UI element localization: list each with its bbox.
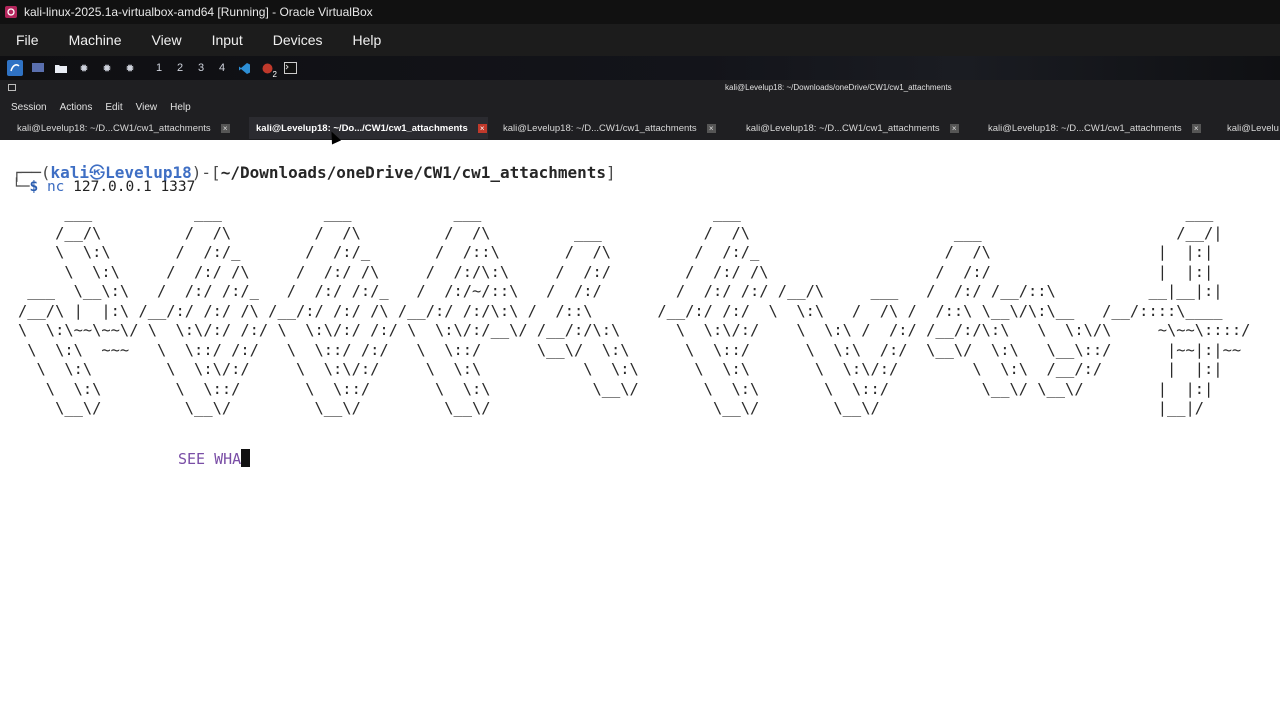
close-icon[interactable]: ×: [949, 123, 959, 133]
workspace-3[interactable]: 3: [194, 62, 208, 74]
gear-icon[interactable]: ✹: [76, 60, 92, 76]
tab-3[interactable]: kali@Levelup18: ~/D...CW1/cw1_attachment…: [492, 117, 732, 139]
tab-label: kali@Levelu: [1227, 122, 1279, 134]
command-name: nc: [46, 179, 65, 195]
kali-top-panel: ✹ ✹ ✹ 1 2 3 4 2: [0, 56, 1280, 80]
menu-edit[interactable]: Edit: [105, 102, 122, 113]
close-icon[interactable]: ×: [706, 123, 716, 133]
ascii-art-banner: ___ ___ ___ ___ ___ ___ /__/\ / /\ / /\ …: [18, 204, 1251, 417]
notification-count: 2: [272, 70, 277, 79]
tab-2-active[interactable]: kali@Levelup18: ~/Do.../CW1/cw1_attachme…: [249, 117, 488, 139]
kali-menu-icon[interactable]: [7, 60, 23, 76]
menu-actions[interactable]: Actions: [60, 102, 93, 113]
command-args: 127.0.0.1 1337: [73, 179, 196, 195]
terminal-titlebar: kali@Levelup18: ~/Downloads/oneDrive/CW1…: [0, 80, 1280, 98]
file-manager-icon[interactable]: [53, 60, 69, 76]
tab-6[interactable]: kali@Levelu: [1220, 117, 1280, 139]
close-icon[interactable]: ×: [1191, 123, 1201, 133]
workspace-4[interactable]: 4: [215, 62, 229, 74]
menu-help[interactable]: Help: [170, 102, 191, 113]
window-title: kali-linux-2025.1a-virtualbox-amd64 [Run…: [24, 5, 373, 19]
workspace-2[interactable]: 2: [173, 62, 187, 74]
menu-devices[interactable]: Devices: [273, 32, 323, 48]
tab-label: kali@Levelup18: ~/D...CW1/cw1_attachment…: [17, 122, 211, 134]
tab-5[interactable]: kali@Levelup18: ~/D...CW1/cw1_attachment…: [977, 117, 1217, 139]
prompt-path: ~/Downloads/oneDrive/CW1/cw1_attachments: [220, 163, 606, 182]
terminal-tab-bar: kali@Levelup18: ~/D...CW1/cw1_attachment…: [0, 116, 1280, 140]
show-desktop-icon[interactable]: [30, 60, 46, 76]
tab-1[interactable]: kali@Levelup18: ~/D...CW1/cw1_attachment…: [0, 117, 248, 139]
menu-view[interactable]: View: [151, 32, 181, 48]
output-line: SEE WHA: [178, 449, 251, 468]
virtualbox-titlebar: kali-linux-2025.1a-virtualbox-amd64 [Run…: [0, 0, 1280, 24]
tab-label: kali@Levelup18: ~/D...CW1/cw1_attachment…: [503, 122, 697, 134]
vscode-icon[interactable]: [236, 60, 252, 76]
menu-file[interactable]: File: [16, 32, 39, 48]
window-menu-icon[interactable]: [8, 84, 16, 91]
menu-machine[interactable]: Machine: [69, 32, 122, 48]
terminal-window-title: kali@Levelup18: ~/Downloads/oneDrive/CW1…: [725, 83, 952, 92]
menu-help[interactable]: Help: [353, 32, 382, 48]
virtualbox-app-icon: [5, 6, 17, 18]
gear-icon[interactable]: ✹: [122, 60, 138, 76]
text-cursor: [241, 449, 251, 467]
terminal-menubar: Session Actions Edit View Help: [0, 98, 1280, 116]
menu-session[interactable]: Session: [11, 102, 47, 113]
close-icon[interactable]: ×: [477, 123, 487, 133]
output-text: SEE WHA: [178, 450, 242, 468]
virtualbox-menubar: File Machine View Input Devices Help: [0, 24, 1280, 56]
tab-label: kali@Levelup18: ~/Do.../CW1/cw1_attachme…: [256, 122, 468, 134]
tab-label: kali@Levelup18: ~/D...CW1/cw1_attachment…: [746, 122, 940, 134]
terminal-icon[interactable]: [282, 60, 298, 76]
command-line: └─$ nc 127.0.0.1 1337: [12, 179, 196, 195]
notification-icon[interactable]: 2: [259, 60, 277, 79]
tab-label: kali@Levelup18: ~/D...CW1/cw1_attachment…: [988, 122, 1182, 134]
close-icon[interactable]: ×: [220, 123, 230, 133]
workspace-1[interactable]: 1: [152, 62, 166, 74]
menu-input[interactable]: Input: [212, 32, 243, 48]
prompt-dollar: $: [29, 179, 39, 195]
menu-view[interactable]: View: [136, 102, 158, 113]
tab-4[interactable]: kali@Levelup18: ~/D...CW1/cw1_attachment…: [735, 117, 975, 139]
gear-icon[interactable]: ✹: [99, 60, 115, 76]
